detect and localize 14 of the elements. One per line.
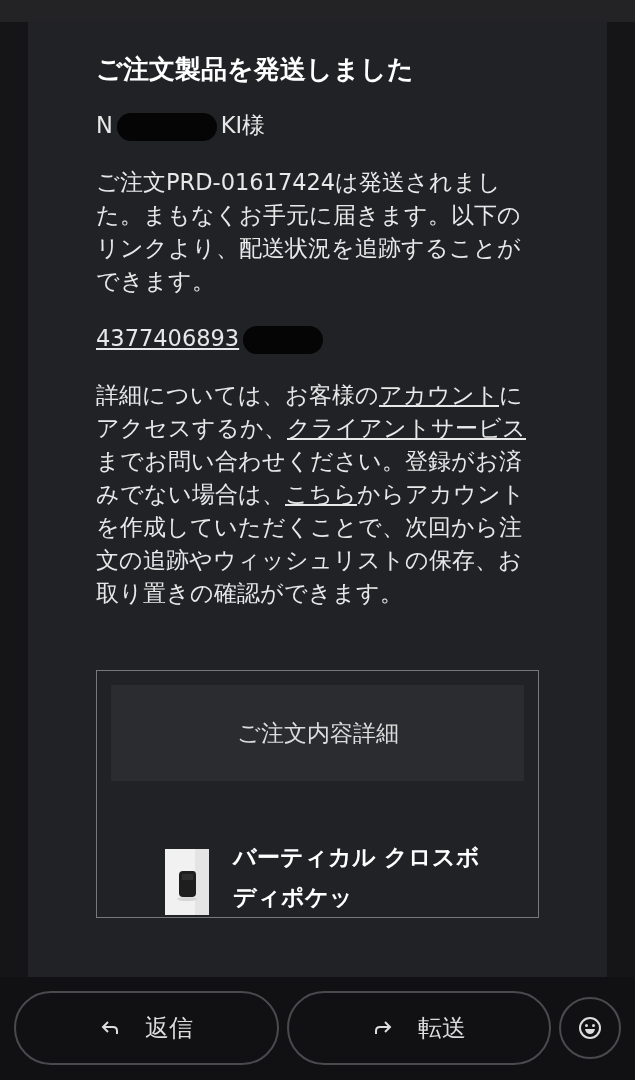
text-link[interactable]: こちら [285, 481, 357, 508]
text-link[interactable]: クライアントサービス [287, 415, 526, 442]
intro-paragraph: ご注文PRD-01617424は発送されました。まもなくお手元に届きます。以下のリンクより、配送状況を追跡することができます。 [96, 168, 522, 297]
reply-button[interactable]: 返信 [14, 991, 279, 1065]
order-details-heading: ご注文内容詳細 [111, 685, 524, 782]
greeting-text: KI様 [220, 112, 266, 139]
email-title: ご注文製品を発送しました [96, 54, 415, 86]
product-name: バーティカル クロスボディポケッ [233, 843, 481, 913]
smiley-icon [578, 1016, 602, 1040]
text-link[interactable]: アカウント [379, 382, 499, 409]
tracking-link[interactable]: 4377406893 [96, 325, 240, 352]
details-paragraph: 詳細については、お客様のアカウント にアクセスするか、クライアントサービス までお問い合わせください。登録がお済みでない場合は、こちら からアカウントを作成していただくことで、次回から注文の追跡やウィッシュリストの保存、お取り置きの確認ができます。 [96, 381, 527, 609]
greeting-text: N [96, 112, 113, 139]
forward-button[interactable]: 転送 [286, 991, 551, 1065]
